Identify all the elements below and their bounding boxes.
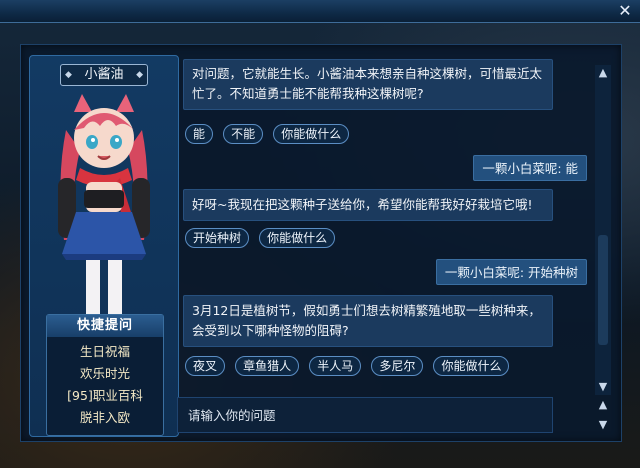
option-button[interactable]: 多尼尔: [371, 356, 424, 376]
answer-options: 能 不能 你能做什么: [185, 123, 354, 145]
user-message: 一颗小白菜呢: 能: [473, 155, 587, 181]
quick-question-item[interactable]: 生日祝福: [47, 341, 163, 363]
chevron-up-icon[interactable]: ▲: [595, 397, 611, 413]
option-button[interactable]: 半人马: [309, 356, 362, 376]
option-button[interactable]: 开始种树: [185, 228, 250, 248]
quick-questions-panel: 快捷提问 生日祝福 欢乐时光 [95]职业百科 脱非入欧: [46, 314, 164, 436]
answer-options: 开始种树 你能做什么: [185, 227, 340, 249]
quick-question-item[interactable]: 脱非入欧: [47, 407, 163, 429]
chat-history: 对问题，它就能生长。小酱油本来想亲自种这棵树，可惜最近太忙了。不知道勇士能不能帮…: [181, 55, 591, 383]
character-portrait: [58, 94, 150, 316]
chat-dialog: 小酱油: [20, 44, 622, 442]
quick-question-item[interactable]: [95]职业百科: [47, 385, 163, 407]
quick-questions-list: 生日祝福 欢乐时光 [95]职业百科 脱非入欧: [47, 341, 163, 429]
option-button[interactable]: 你能做什么: [273, 124, 350, 144]
option-button[interactable]: 你能做什么: [433, 356, 510, 376]
npc-message: 好呀~我现在把这颗种子送给你，希望你能帮我好好栽培它哦!: [183, 189, 553, 221]
option-button[interactable]: 不能: [223, 124, 264, 144]
chat-scrollbar[interactable]: ▲ ▼: [595, 65, 611, 395]
question-input[interactable]: 请输入你的问题: [177, 397, 553, 433]
title-bar: ✕: [0, 0, 640, 23]
option-button[interactable]: 章鱼猎人: [235, 356, 300, 376]
input-scrollbar[interactable]: ▲ ▼: [595, 397, 611, 435]
quick-questions-title: 快捷提问: [47, 315, 163, 337]
user-message: 一颗小白菜呢: 开始种树: [435, 259, 587, 285]
chevron-up-icon[interactable]: ▲: [595, 65, 611, 81]
npc-message: 对问题，它就能生长。小酱油本来想亲自种这棵树，可惜最近太忙了。不知道勇士能不能帮…: [183, 59, 553, 110]
character-panel: 小酱油: [29, 55, 179, 437]
option-button[interactable]: 能: [185, 124, 214, 144]
character-name: 小酱油: [60, 64, 148, 86]
option-button[interactable]: 你能做什么: [259, 228, 336, 248]
chevron-down-icon[interactable]: ▼: [595, 379, 611, 395]
option-button[interactable]: 夜叉: [185, 356, 226, 376]
chevron-down-icon[interactable]: ▼: [595, 417, 611, 433]
npc-message: 3月12日是植树节，假如勇士们想去树精繁殖地取一些树种来，会受到以下哪种怪物的阻…: [183, 295, 553, 347]
scrollbar-thumb[interactable]: [598, 235, 608, 345]
quick-question-item[interactable]: 欢乐时光: [47, 363, 163, 385]
answer-options: 夜叉 章鱼猎人 半人马 多尼尔 你能做什么: [185, 355, 514, 377]
close-button[interactable]: ✕: [616, 2, 634, 20]
